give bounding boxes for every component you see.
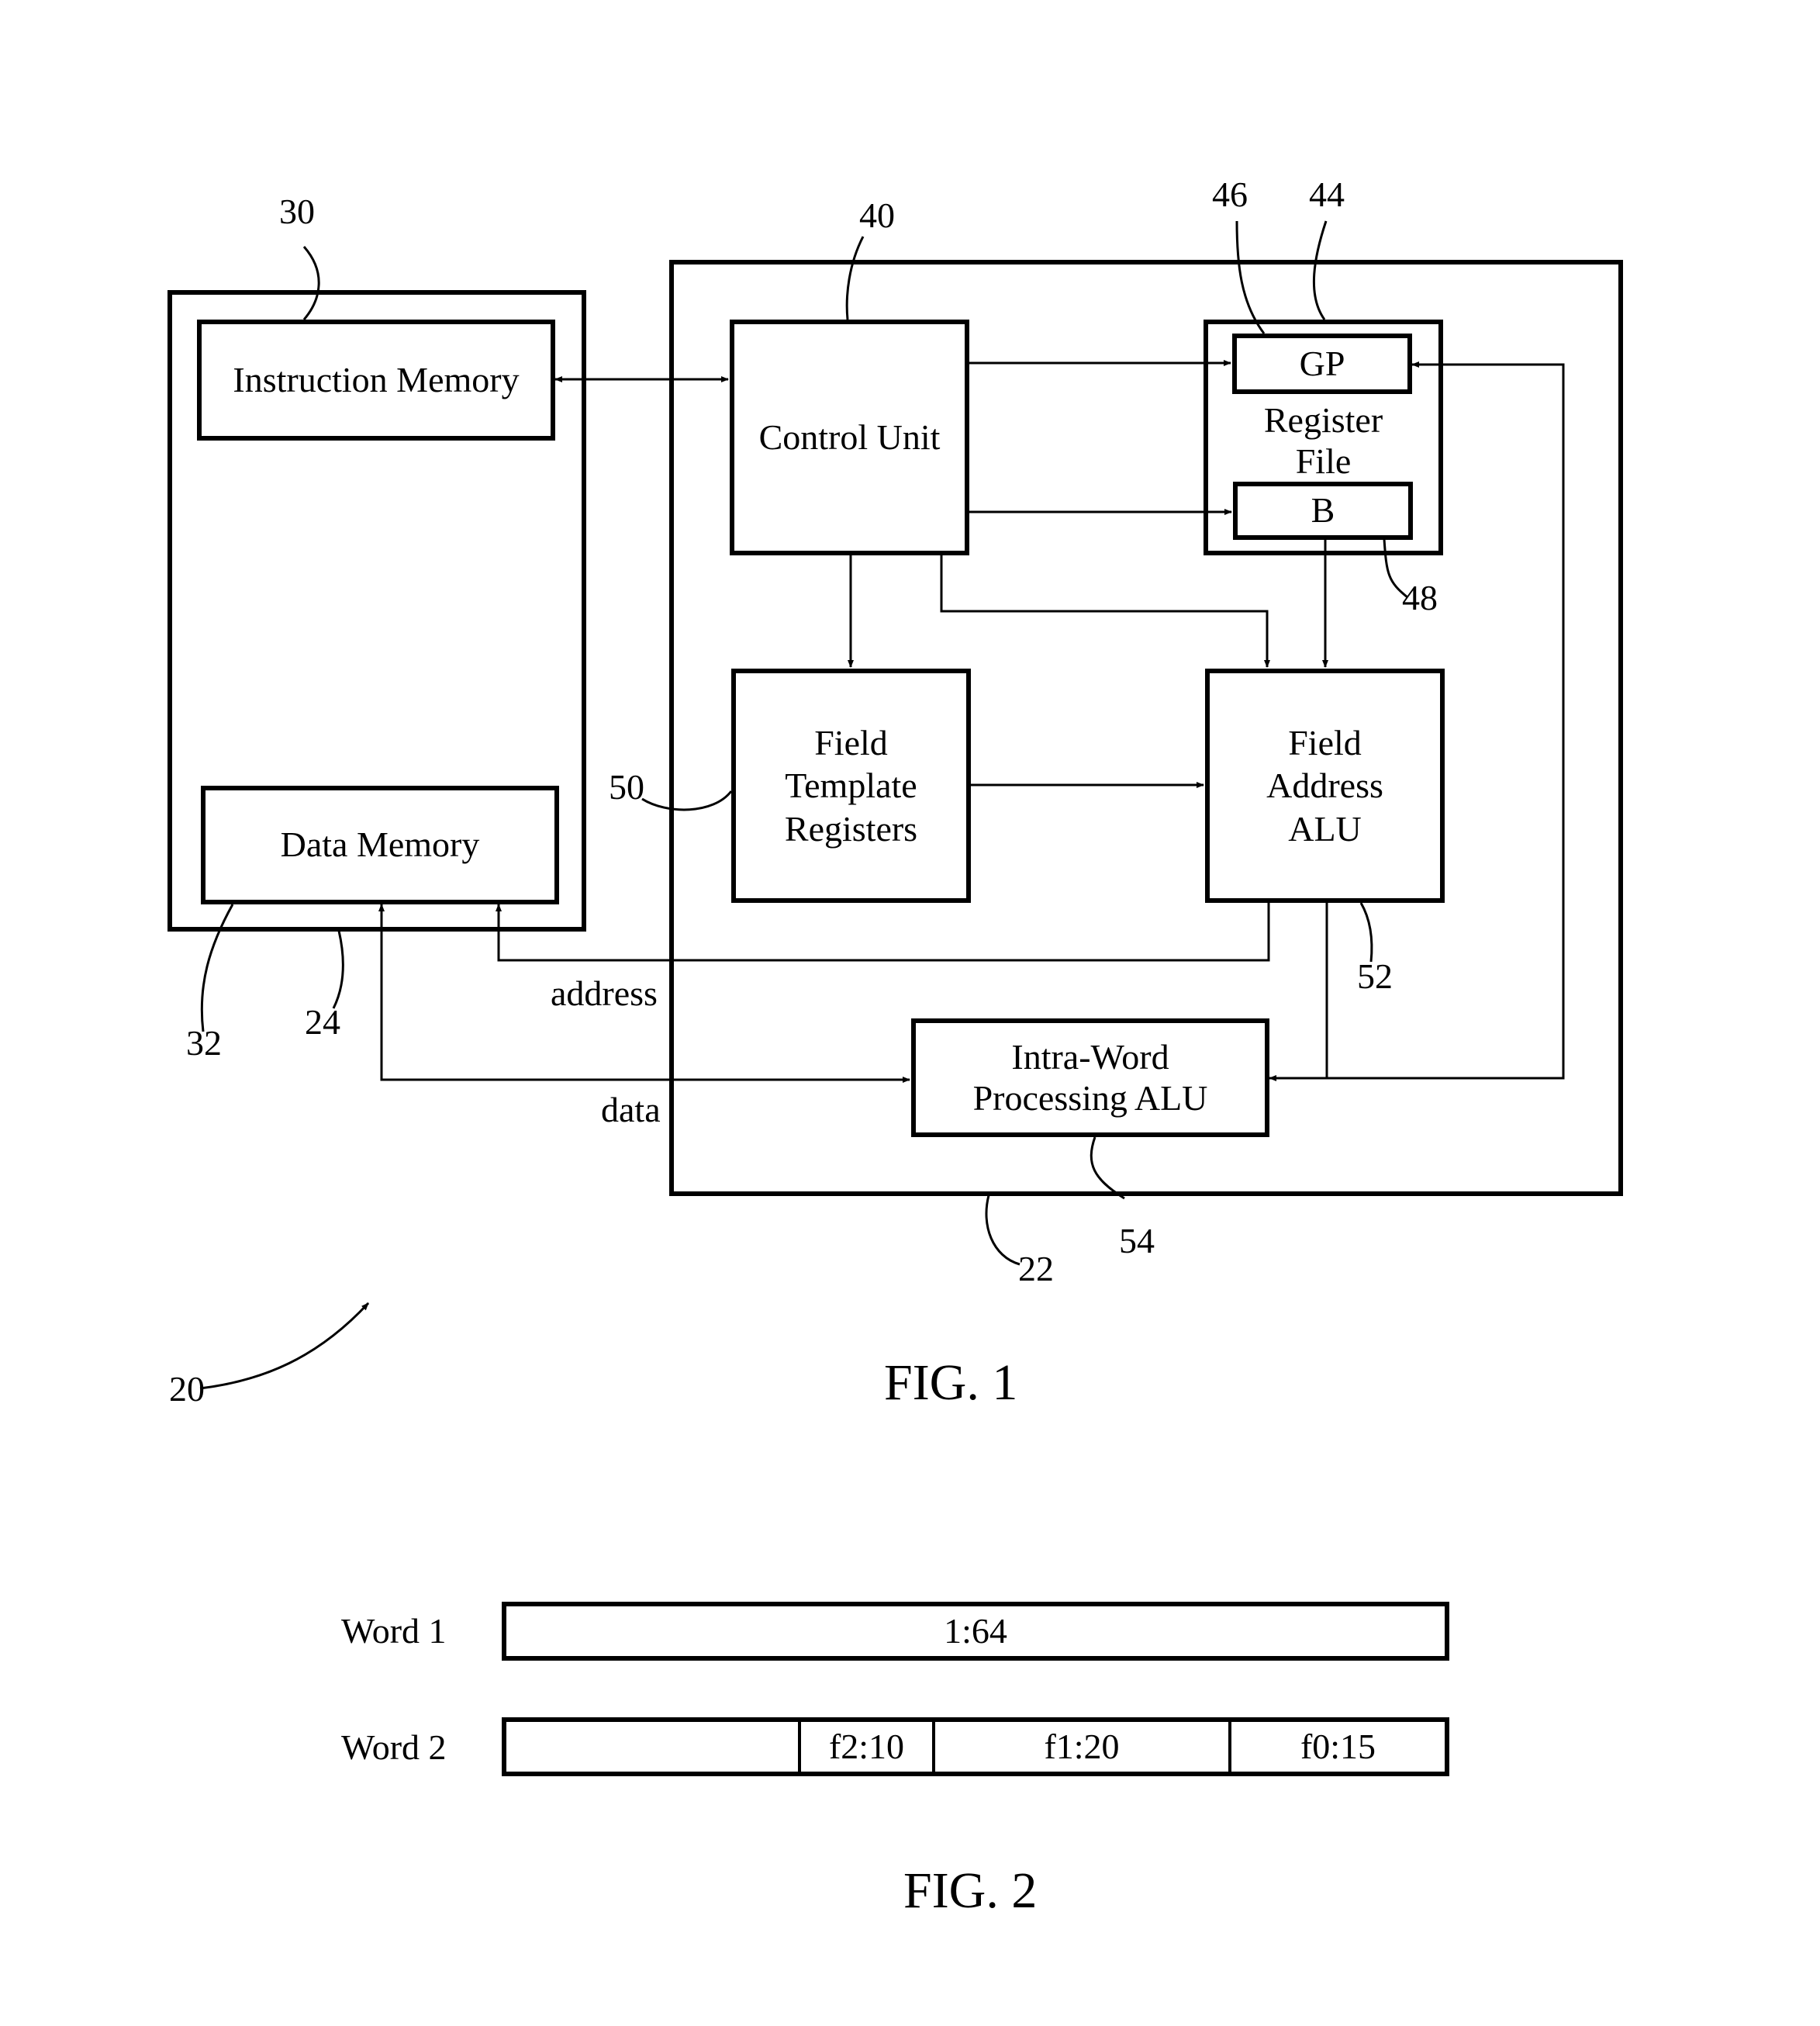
word-2-field-f0: f0:15	[1300, 1726, 1376, 1766]
data-memory-block: Data Memory	[201, 786, 559, 904]
field-template-registers-label: Field Template Registers	[784, 723, 918, 849]
ref-40: 40	[859, 195, 895, 235]
control-unit-label: Control Unit	[758, 417, 941, 457]
leader-20	[199, 1302, 370, 1390]
gp-register-block: GP	[1232, 334, 1412, 394]
intra-word-alu-label: Intra-Word Processing ALU	[972, 1036, 1208, 1118]
field-address-alu-block: Field Address ALU	[1205, 669, 1445, 903]
leader-22	[985, 1195, 1021, 1266]
word-2-field-f1: f1:20	[935, 1722, 1231, 1772]
intra-word-alu-block: Intra-Word Processing ALU	[911, 1018, 1269, 1137]
ref-20: 20	[169, 1369, 205, 1409]
field-template-registers-block: Field Template Registers	[731, 669, 971, 903]
ref-30: 30	[279, 192, 315, 231]
ref-50: 50	[609, 767, 644, 807]
word-2-bar: f2:10 f1:20 f0:15	[502, 1717, 1449, 1776]
ref-24: 24	[305, 1002, 340, 1042]
b-register-block: B	[1233, 482, 1413, 540]
register-file-label: Register File	[1263, 400, 1383, 481]
ref-22: 22	[1018, 1249, 1054, 1288]
figure-1-caption: FIG. 1	[884, 1354, 1018, 1411]
word-2-field-unused	[506, 1722, 801, 1772]
ref-44: 44	[1309, 175, 1345, 214]
ref-48: 48	[1402, 578, 1438, 617]
word-1-field: 1:64	[944, 1610, 1007, 1651]
data-signal-label: data	[601, 1090, 661, 1129]
word-1-bar: 1:64	[502, 1602, 1449, 1661]
address-signal-label: address	[551, 973, 658, 1013]
ref-32: 32	[186, 1023, 222, 1063]
figure-2-caption: FIG. 2	[903, 1862, 1038, 1919]
ref-46: 46	[1212, 175, 1248, 214]
field-address-alu-label: Field Address ALU	[1266, 723, 1383, 849]
instruction-memory-label: Instruction Memory	[233, 359, 520, 399]
data-memory-label: Data Memory	[280, 825, 480, 865]
b-register-label: B	[1311, 490, 1335, 531]
word-1-label: Word 1	[341, 1611, 447, 1651]
ref-54: 54	[1119, 1221, 1155, 1260]
gp-register-label: GP	[1299, 343, 1345, 383]
ref-52: 52	[1357, 956, 1393, 996]
word-2-label: Word 2	[341, 1727, 447, 1767]
leader-24	[332, 930, 344, 1009]
word-2-field-f2: f2:10	[801, 1722, 935, 1772]
instruction-memory-block: Instruction Memory	[197, 320, 555, 441]
control-unit-block: Control Unit	[730, 320, 969, 555]
